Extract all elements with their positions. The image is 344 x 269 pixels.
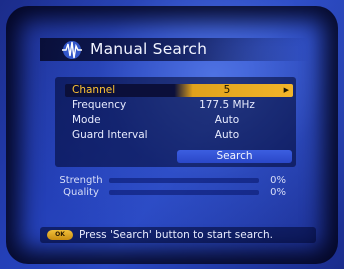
quality-meter: Quality 0% [57, 187, 286, 198]
field-label: Frequency [72, 99, 127, 111]
field-label: Channel [72, 84, 116, 96]
hint-text: Press 'Search' button to start search. [79, 229, 274, 241]
field-mode[interactable]: Mode Auto [65, 114, 293, 127]
field-frequency[interactable]: Frequency 177.5 MHz [65, 99, 293, 112]
page-title: Manual Search [90, 40, 208, 58]
meter-bar [109, 190, 259, 195]
ok-key-icon: OK [47, 230, 73, 240]
meter-label: Strength [59, 175, 103, 186]
field-value: Auto [214, 114, 240, 126]
meter-label: Quality [63, 187, 99, 198]
field-label: Mode [72, 114, 101, 126]
tv-screen: Manual Search Channel 5 ▶ Frequency 177.… [0, 0, 344, 269]
search-button[interactable]: Search [177, 150, 292, 163]
field-value: 5 [223, 84, 231, 96]
meter-percent: 0% [270, 187, 286, 198]
meter-percent: 0% [270, 175, 286, 186]
title-bar: Manual Search [40, 38, 308, 61]
strength-meter: Strength 0% [57, 175, 286, 186]
field-label: Guard Interval [72, 129, 148, 141]
meter-bar [109, 178, 259, 183]
field-value: 177.5 MHz [199, 99, 255, 111]
field-channel[interactable]: Channel 5 ▶ [65, 84, 293, 97]
right-arrow-icon[interactable]: ▶ [284, 84, 289, 97]
field-value: Auto [214, 129, 240, 141]
field-guard-interval[interactable]: Guard Interval Auto [65, 129, 293, 142]
hint-bar: OK Press 'Search' button to start search… [40, 227, 316, 243]
signal-wave-icon [60, 39, 84, 61]
